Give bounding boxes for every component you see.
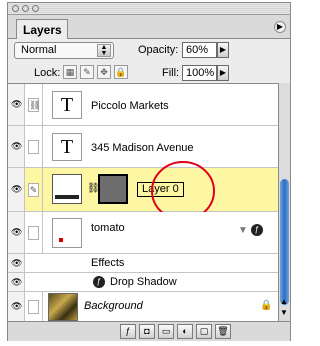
effects-row[interactable]: 👁 Effects <box>8 254 278 273</box>
visibility-toggle[interactable]: 👁 <box>8 292 25 322</box>
lock-fill-row: Lock: ▦ ✎ ✥ 🔒 Fill: 100% ▶ <box>8 62 290 84</box>
layers-scrollbar[interactable]: ▲ ▼ <box>278 83 290 321</box>
link-toggle[interactable] <box>25 292 43 322</box>
trash-icon[interactable]: 🗑 <box>215 324 231 339</box>
visibility-toggle[interactable]: 👁 <box>8 212 25 253</box>
eye-icon: 👁 <box>11 99 23 109</box>
add-layer-style-icon[interactable]: ƒ <box>120 324 136 339</box>
tab-layers[interactable]: Layers <box>16 19 68 39</box>
text-layer-thumbnail: T <box>52 133 82 161</box>
padlock-icon: 🔒 <box>260 300 273 311</box>
close-window-button[interactable] <box>12 5 19 12</box>
minimize-window-button[interactable] <box>22 5 29 12</box>
empty-link-box <box>28 140 39 154</box>
scroll-up-arrow-icon[interactable]: ▲ <box>280 297 288 306</box>
drop-shadow-label[interactable]: Drop Shadow <box>110 276 177 288</box>
window-titlebar[interactable] <box>8 3 290 15</box>
eye-icon: 👁 <box>11 227 23 237</box>
link-toggle[interactable] <box>25 126 43 167</box>
fill-label: Fill: <box>162 67 180 79</box>
opacity-label: Opacity: <box>138 44 179 56</box>
empty-link-box <box>28 300 39 314</box>
layers-list: 👁 ⛓ T Piccolo Markets 👁 T 345 Madison Av… <box>8 83 278 322</box>
new-set-folder-icon[interactable]: ▭ <box>158 324 174 339</box>
link-toggle[interactable] <box>25 212 43 253</box>
opacity-slider-arrow-icon[interactable]: ▶ <box>217 42 229 58</box>
opacity-field[interactable]: 60% <box>182 42 217 58</box>
layers-bottom-toolbar: ƒ ◘ ▭ ◐ ▢ 🗑 <box>8 321 290 341</box>
blend-opacity-row: Normal ▲ ▼ Opacity: 60% ▶ <box>8 40 290 62</box>
eye-icon: 👁 <box>11 258 23 268</box>
panel-tab-row: Layers ▶ <box>8 15 290 39</box>
layer-name[interactable]: 345 Madison Avenue <box>91 142 194 154</box>
lock-label: Lock: <box>34 67 61 79</box>
effects-expand-triangle-icon[interactable]: ▼ <box>238 225 248 236</box>
scroll-down-arrow-icon[interactable]: ▼ <box>280 308 288 317</box>
layer-name[interactable]: Piccolo Markets <box>91 100 169 112</box>
layer-mask-thumbnail <box>98 174 128 204</box>
visibility-toggle[interactable]: 👁 <box>8 273 25 291</box>
layer-row-layer-0[interactable]: 👁 ✎ ⛓ Layer 0 <box>8 161 278 221</box>
eye-icon: 👁 <box>11 184 23 194</box>
brush-icon: ✎ <box>28 183 39 197</box>
effects-label: Effects <box>91 257 125 269</box>
eye-icon: 👁 <box>11 141 23 151</box>
layers-panel: Layers ▶ Normal ▲ ▼ Opacity: 60% ▶ Lock: … <box>7 2 291 341</box>
drop-shadow-row[interactable]: 👁 ƒ Drop Shadow <box>8 273 278 292</box>
link-toggle[interactable]: ⛓ <box>25 84 43 125</box>
lock-image-brush-icon[interactable]: ✎ <box>80 65 94 79</box>
chevron-updown-icon: ▲ ▼ <box>97 44 111 57</box>
new-layer-icon[interactable]: ▢ <box>196 324 212 339</box>
blend-mode-dropdown[interactable]: Normal ▲ ▼ <box>14 42 114 59</box>
layer-name[interactable]: tomato <box>91 222 125 234</box>
add-mask-icon[interactable]: ◘ <box>139 324 155 339</box>
fill-slider-arrow-icon[interactable]: ▶ <box>217 65 229 81</box>
new-adjustment-layer-icon[interactable]: ◐ <box>177 324 193 339</box>
layer-row-piccolo-markets[interactable]: 👁 ⛓ T Piccolo Markets <box>8 84 278 126</box>
layer-row-background[interactable]: 👁 Background 🔒 <box>8 292 278 322</box>
visibility-toggle[interactable]: 👁 <box>8 126 25 167</box>
visibility-toggle[interactable]: 👁 <box>8 254 25 272</box>
empty-link-box <box>28 226 39 240</box>
visibility-toggle[interactable]: 👁 <box>8 168 25 211</box>
panel-menu-arrow-icon[interactable]: ▶ <box>274 21 286 33</box>
eye-icon: 👁 <box>11 277 23 287</box>
zoom-window-button[interactable] <box>32 5 39 12</box>
layer-name[interactable]: Background <box>84 300 143 312</box>
fill-field[interactable]: 100% <box>182 65 217 81</box>
scrollbar-thumb[interactable] <box>280 179 289 305</box>
effect-fx-icon: ƒ <box>93 276 105 288</box>
blend-mode-value: Normal <box>21 44 57 56</box>
eye-icon: 👁 <box>11 301 23 311</box>
link-toggle[interactable]: ✎ <box>25 168 43 211</box>
tomato-thumbnail <box>52 218 82 248</box>
layer-0-thumbnail <box>52 174 82 204</box>
layer-effects-fx-icon: ƒ <box>251 224 263 236</box>
lock-transparency-icon[interactable]: ▦ <box>63 65 77 79</box>
text-layer-thumbnail: T <box>52 91 82 119</box>
visibility-toggle[interactable]: 👁 <box>8 84 25 125</box>
lock-all-padlock-icon[interactable]: 🔒 <box>114 65 128 79</box>
chain-link-icon: ⛓ <box>28 98 41 112</box>
layer-row-tomato[interactable]: 👁 tomato ▼ ƒ <box>8 212 278 254</box>
layer-row-345-madison-avenue[interactable]: 👁 T 345 Madison Avenue <box>8 126 278 168</box>
background-thumbnail <box>48 293 78 321</box>
lock-position-move-icon[interactable]: ✥ <box>97 65 111 79</box>
